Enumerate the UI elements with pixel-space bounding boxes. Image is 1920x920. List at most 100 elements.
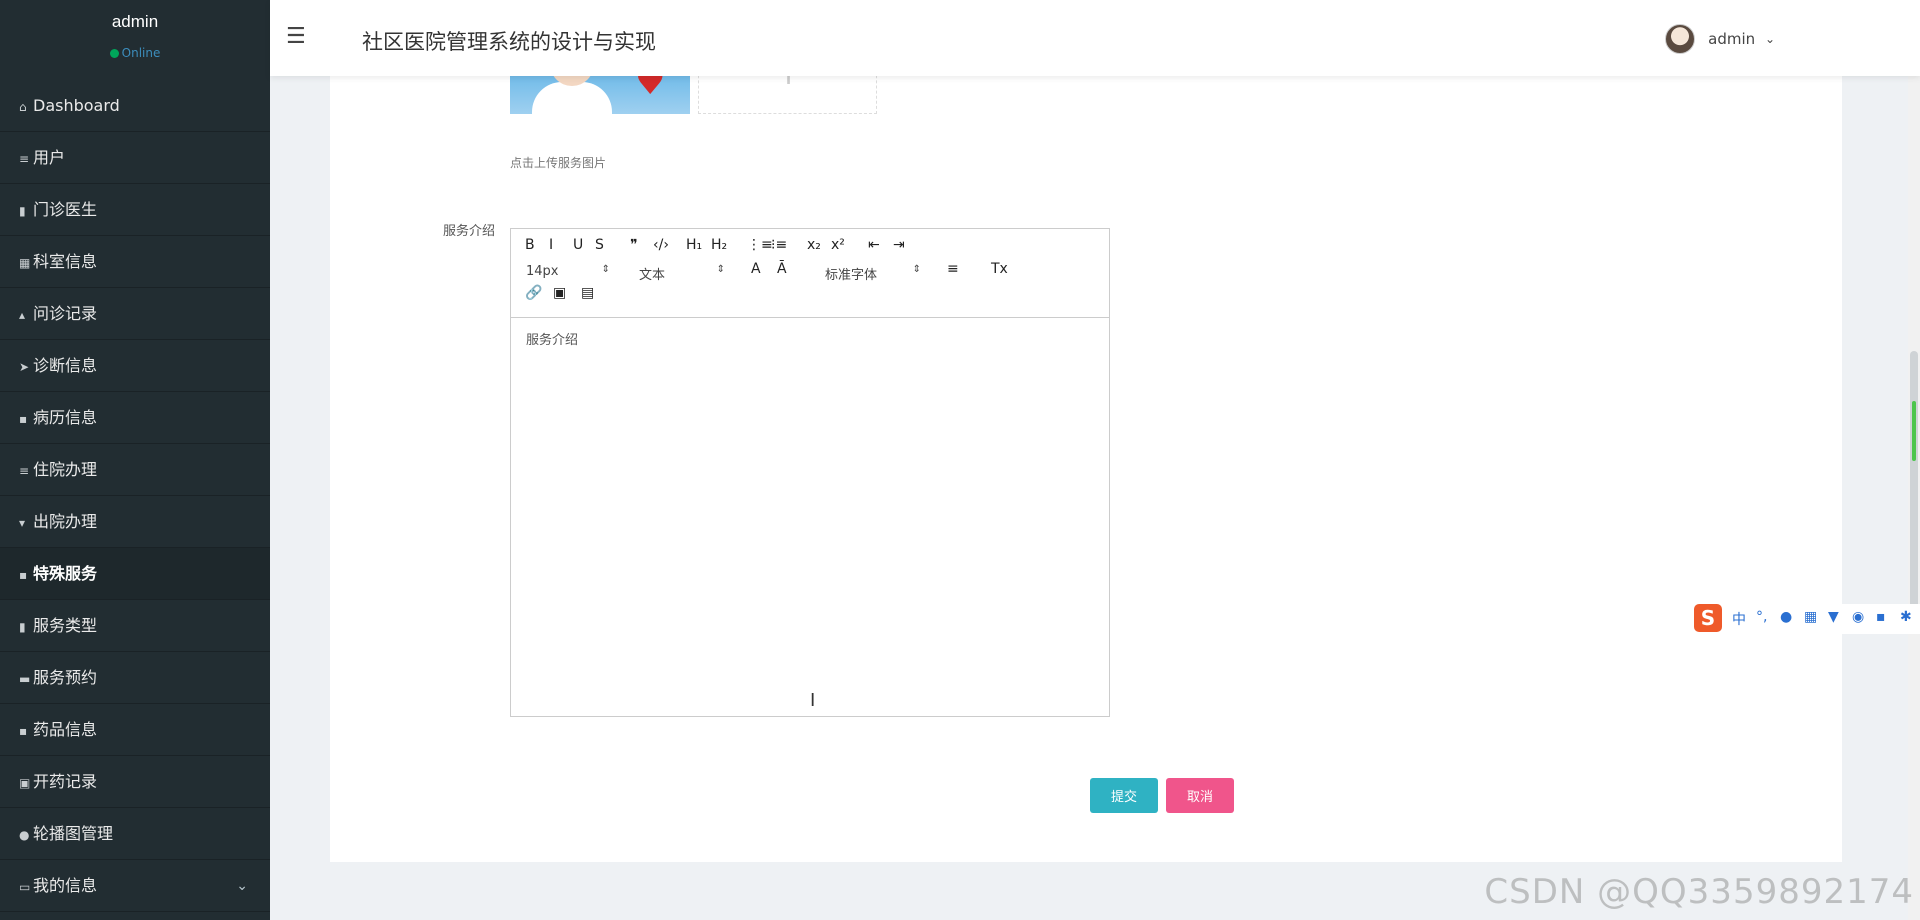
sidebar-menu: ⌂ Dashboard ≡ 用户 ▮ 门诊医生 ▦ 科室信息 ▴ 问诊记录 ➤ 诊断信息 ▪ 病历信息 ≡ 住… bbox=[0, 80, 270, 912]
font-size-select[interactable]: 14px ⇕ bbox=[526, 264, 610, 279]
image-icon[interactable]: ▣ bbox=[553, 285, 566, 301]
sidebar-item-label: 开药记录 bbox=[33, 772, 98, 791]
superscript-icon[interactable]: x² bbox=[831, 237, 845, 253]
video-icon[interactable]: ▤ bbox=[581, 285, 594, 301]
sogou-logo-icon[interactable]: S bbox=[1694, 604, 1722, 632]
sidebar-item-label: 住院办理 bbox=[33, 460, 98, 479]
watermark: CSDN @QQ3359892174 bbox=[1484, 872, 1914, 912]
upload-hint: 点击上传服务图片 bbox=[510, 156, 607, 170]
heading1-icon[interactable]: H₁ bbox=[686, 237, 702, 253]
settings-icon[interactable]: ✱ bbox=[1900, 609, 1912, 625]
menu-toggle-icon[interactable]: ☰ bbox=[286, 24, 306, 49]
font-size-value: 14px bbox=[526, 264, 559, 279]
apps-icon: ▪ bbox=[19, 412, 28, 426]
font-family-select[interactable]: 标准字体 ⇕ bbox=[825, 264, 921, 283]
align-icon[interactable]: ≡ bbox=[947, 261, 959, 277]
indent-icon[interactable]: ⇥ bbox=[893, 237, 905, 253]
sidebar-item-label: Dashboard bbox=[33, 96, 120, 115]
sidebar-item-label: 出院办理 bbox=[33, 512, 98, 531]
online-dot-icon bbox=[109, 49, 119, 58]
pin-icon: ▾ bbox=[19, 516, 26, 530]
ordered-list-icon[interactable]: ⋮≡ bbox=[747, 237, 773, 253]
microphone-icon[interactable]: ● bbox=[1780, 609, 1792, 625]
sidebar-item-10[interactable]: ▮ 服务类型 bbox=[0, 600, 270, 652]
sidebar-user-name: admin bbox=[111, 12, 159, 31]
sidebar-item-label: 诊断信息 bbox=[33, 356, 98, 375]
emoji-icon[interactable]: ◉ bbox=[1852, 609, 1864, 625]
bullet-list-icon[interactable]: ⁝≡ bbox=[771, 237, 787, 253]
sidebar-item-12[interactable]: ▪ 药品信息 bbox=[0, 704, 270, 756]
online-status: Online bbox=[0, 46, 270, 60]
sliders-icon: ≡ bbox=[19, 152, 30, 166]
sidebar-item-9[interactable]: ▪ 特殊服务 bbox=[0, 548, 270, 600]
sidebar-item-label: 科室信息 bbox=[33, 252, 98, 271]
grid-icon: ▦ bbox=[19, 256, 31, 270]
underline-icon[interactable]: U bbox=[573, 237, 583, 253]
monitor-icon: ▬ bbox=[19, 672, 31, 686]
sidebar-item-6[interactable]: ▪ 病历信息 bbox=[0, 392, 270, 444]
sidebar-item-4[interactable]: ▴ 问诊记录 bbox=[0, 288, 270, 340]
header-user-name: admin bbox=[1708, 30, 1756, 48]
book-icon: ▮ bbox=[19, 204, 26, 218]
sidebar-item-8[interactable]: ▾ 出院办理 bbox=[0, 496, 270, 548]
sidebar-item-label: 服务类型 bbox=[33, 616, 98, 635]
service-intro-label: 服务介绍 bbox=[443, 224, 496, 239]
online-status-text: Online bbox=[121, 46, 161, 60]
sidebar-item-label: 服务预约 bbox=[33, 668, 98, 687]
apps-icon: ▪ bbox=[19, 724, 28, 738]
sidebar-item-0[interactable]: ⌂ Dashboard bbox=[0, 80, 270, 132]
paragraph-format-select[interactable]: 文本 ⇕ bbox=[639, 264, 725, 283]
blockquote-icon[interactable]: ❞ bbox=[630, 237, 638, 253]
home-icon: ⌂ bbox=[19, 100, 27, 114]
sidebar-item-7[interactable]: ≡ 住院办理 bbox=[0, 444, 270, 496]
sidebar: admin Online ⌂ Dashboard ≡ 用户 ▮ 门诊医生 ▦ 科室信息 ▴ 问诊记… bbox=[0, 0, 270, 920]
sidebar-item-13[interactable]: ▣ 开药记录 bbox=[0, 756, 270, 808]
sidebar-item-11[interactable]: ▬ 服务预约 bbox=[0, 652, 270, 704]
text-cursor-icon: I bbox=[810, 690, 816, 711]
subscript-icon[interactable]: x₂ bbox=[807, 237, 821, 253]
select-arrows-icon: ⇕ bbox=[716, 264, 725, 275]
sidebar-item-1[interactable]: ≡ 用户 bbox=[0, 132, 270, 184]
bar-chart-icon: ▮ bbox=[19, 620, 26, 634]
paragraph-format-value: 文本 bbox=[639, 268, 666, 283]
italic-icon[interactable]: I bbox=[549, 237, 553, 253]
rich-text-editor: 14px ⇕ 文本 ⇕ 标准字体 ⇕ B I U S ❞ ‹/› H₁ H₂ ⋮≡ ⁝≡ x₂ x² ⇤ ⇥ A Ā… bbox=[510, 228, 1110, 717]
keyboard-icon[interactable]: ▦ bbox=[1804, 609, 1817, 625]
app-title: 社区医院管理系统的设计与实现 bbox=[362, 30, 656, 54]
background-color-icon[interactable]: Ā bbox=[777, 261, 787, 277]
sidebar-item-label: 用户 bbox=[33, 148, 66, 167]
cancel-button[interactable]: 取消 bbox=[1166, 778, 1234, 813]
heading2-icon[interactable]: H₂ bbox=[711, 237, 727, 253]
user-menu[interactable]: admin ⌄ bbox=[1665, 24, 1775, 54]
strikethrough-icon[interactable]: S bbox=[595, 237, 604, 253]
editor-content[interactable]: 服务介绍 bbox=[526, 329, 578, 348]
ime-toolbar: S 中 °, ● ▦ ▼ ◉ ▪ ✱ bbox=[1692, 604, 1920, 634]
sidebar-item-3[interactable]: ▦ 科室信息 bbox=[0, 236, 270, 288]
user-icon: ● bbox=[19, 828, 30, 842]
sidebar-item-label: 门诊医生 bbox=[33, 200, 98, 219]
sidebar-user-panel: admin Online bbox=[0, 0, 270, 70]
text-color-icon[interactable]: A bbox=[751, 261, 761, 277]
toolbox-icon[interactable]: ▪ bbox=[1876, 609, 1886, 625]
clear-format-icon[interactable]: Tx bbox=[991, 261, 1008, 277]
punctuation-icon[interactable]: °, bbox=[1756, 609, 1767, 625]
chinese-mode-icon[interactable]: 中 bbox=[1732, 609, 1746, 629]
outdent-icon[interactable]: ⇤ bbox=[868, 237, 880, 253]
submit-button[interactable]: 提交 bbox=[1090, 778, 1158, 813]
scroll-indicator bbox=[1912, 401, 1916, 461]
sidebar-item-15[interactable]: ▭ 我的信息 ⌄ bbox=[0, 860, 270, 912]
code-block-icon[interactable]: ‹/› bbox=[653, 237, 669, 253]
sidebar-item-2[interactable]: ▮ 门诊医生 bbox=[0, 184, 270, 236]
clipboard-icon: ▪ bbox=[19, 568, 28, 582]
sidebar-item-14[interactable]: ● 轮播图管理 bbox=[0, 808, 270, 860]
thumbs-up-icon: ▴ bbox=[19, 308, 26, 322]
id-card-icon: ▭ bbox=[19, 880, 31, 894]
page-scrollbar[interactable] bbox=[1908, 76, 1920, 920]
bold-icon[interactable]: B bbox=[525, 237, 535, 253]
sidebar-item-5[interactable]: ➤ 诊断信息 bbox=[0, 340, 270, 392]
scrollbar-thumb[interactable] bbox=[1910, 351, 1918, 631]
sidebar-item-label: 轮播图管理 bbox=[33, 824, 114, 843]
skin-icon[interactable]: ▼ bbox=[1828, 609, 1839, 625]
link-icon[interactable]: 🔗 bbox=[525, 285, 542, 301]
select-arrows-icon: ⇕ bbox=[601, 264, 610, 275]
